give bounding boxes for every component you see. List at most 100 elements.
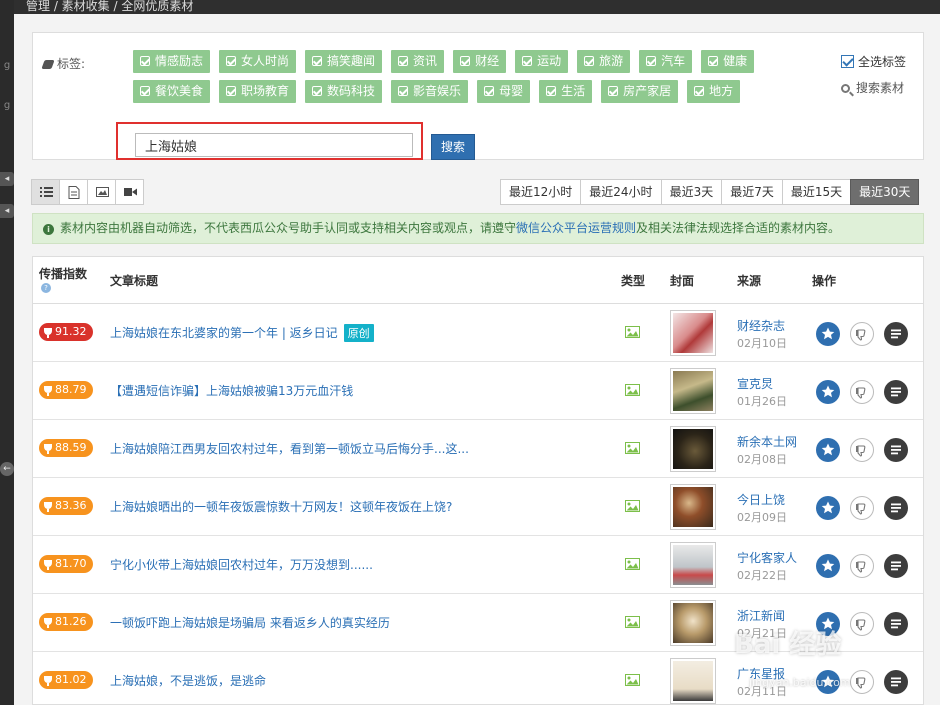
tag-checkbox[interactable]: 旅游 [577, 50, 631, 73]
favorite-button[interactable] [816, 438, 840, 462]
favorite-button[interactable] [816, 380, 840, 404]
table-row[interactable]: 83.36 上海姑娘晒出的一顿年夜饭震惊数十万网友！这顿年夜饭在上饶? 今日上饶 02… [33, 478, 923, 536]
time-range-button[interactable]: 最近30天 [850, 179, 920, 205]
cover-thumbnail[interactable] [670, 542, 716, 588]
tag-label: 生活 [561, 84, 586, 98]
source-link[interactable]: 宁化客家人 [737, 549, 797, 566]
favorite-button[interactable] [816, 496, 840, 520]
cover-thumbnail[interactable] [670, 600, 716, 646]
tag-checkbox[interactable]: 汽车 [639, 50, 693, 73]
table-row[interactable]: 91.32 上海姑娘在东北婆家的第一个年 | 返乡日记 原创 财经杂志 02月10日 [33, 304, 923, 362]
rail-glyph: g [3, 60, 11, 71]
header-spread-index[interactable]: 传播指数 [39, 265, 87, 282]
detail-list-button[interactable] [884, 670, 908, 694]
video-view-button[interactable] [115, 179, 144, 205]
article-title-link[interactable]: 上海姑娘，不是逃饭，是逃命 [110, 672, 266, 689]
detail-list-button[interactable] [884, 496, 908, 520]
checkbox-checked-icon [584, 56, 595, 66]
search-material-link[interactable]: 搜索素材 [841, 79, 904, 96]
time-range-button[interactable]: 最近15天 [781, 179, 852, 205]
cover-thumbnail[interactable] [670, 310, 716, 356]
checkbox-checked-icon [708, 56, 719, 66]
image-type-icon [625, 674, 640, 686]
table-row[interactable]: 88.59 上海姑娘陪江西男友回农村过年，看到第一顿饭立马后悔分手...这... 新… [33, 420, 923, 478]
spread-index-value: 81.02 [55, 673, 87, 686]
dislike-button[interactable] [850, 496, 874, 520]
cover-thumbnail[interactable] [670, 368, 716, 414]
source-date: 02月22日 [737, 569, 787, 582]
video-icon [124, 188, 137, 196]
help-icon[interactable]: ? [41, 283, 51, 293]
tag-checkbox[interactable]: 母婴 [477, 80, 531, 103]
dislike-button[interactable] [850, 612, 874, 636]
dislike-button[interactable] [850, 438, 874, 462]
tag-checkbox[interactable]: 情感励志 [133, 50, 211, 73]
search-input[interactable] [135, 133, 413, 157]
article-title: 上海姑娘，不是逃饭，是逃命 [110, 674, 267, 688]
source-link[interactable]: 今日上饶 [737, 491, 785, 508]
tag-checkbox[interactable]: 搞笑趣闻 [305, 50, 383, 73]
source-link[interactable]: 宣克炅 [737, 375, 773, 392]
table-row[interactable]: 88.79 【遭遇短信诈骗】上海姑娘被骗13万元血汗钱 宣克炅 01月26日 [33, 362, 923, 420]
article-title-link[interactable]: 一顿饭吓跑上海姑娘是场骗局 来看返乡人的真实经历 [110, 614, 390, 631]
rail-expand-icon[interactable]: ◂ [0, 172, 14, 186]
detail-list-button[interactable] [884, 380, 908, 404]
time-range-button[interactable]: 最近7天 [721, 179, 783, 205]
rail-back-icon[interactable]: ← [0, 462, 14, 476]
detail-list-button[interactable] [884, 612, 908, 636]
list-view-button[interactable] [31, 179, 60, 205]
source-date: 02月10日 [737, 337, 787, 350]
article-title-link[interactable]: 上海姑娘晒出的一顿年夜饭震惊数十万网友！这顿年夜饭在上饶? [110, 498, 452, 515]
tag-checkbox[interactable]: 运动 [515, 50, 569, 73]
tag-checkbox[interactable]: 资讯 [391, 50, 445, 73]
tag-checkbox[interactable]: 房产家居 [601, 80, 679, 103]
time-range-button[interactable]: 最近12小时 [500, 179, 582, 205]
cover-thumbnail[interactable] [670, 426, 716, 472]
source-link[interactable]: 浙江新闻 [737, 607, 785, 624]
image-view-button[interactable] [87, 179, 116, 205]
rules-link[interactable]: 微信公众平台运营规则 [516, 221, 636, 235]
article-title-link[interactable]: 上海姑娘陪江西男友回农村过年，看到第一顿饭立马后悔分手...这... [110, 440, 469, 457]
dislike-button[interactable] [850, 380, 874, 404]
list-lines-icon [891, 503, 901, 513]
dislike-button[interactable] [850, 322, 874, 346]
article-title-link[interactable]: 宁化小伙带上海姑娘回农村过年，万万没想到...... [110, 556, 373, 573]
source-date: 02月09日 [737, 511, 787, 524]
document-view-button[interactable] [59, 179, 88, 205]
tag-checkbox[interactable]: 财经 [453, 50, 507, 73]
tag-label: 影音娱乐 [413, 84, 462, 98]
detail-list-button[interactable] [884, 438, 908, 462]
cover-thumbnail[interactable] [670, 658, 716, 704]
article-title-link[interactable]: 【遭遇短信诈骗】上海姑娘被骗13万元血汗钱 [110, 382, 353, 399]
trophy-icon [44, 560, 52, 570]
rail-collapse-icon[interactable]: ◂ [0, 204, 14, 218]
source-link[interactable]: 财经杂志 [737, 317, 785, 334]
dislike-button[interactable] [850, 554, 874, 578]
source-link[interactable]: 新余本土网 [737, 433, 797, 450]
image-type-icon [625, 442, 640, 454]
tag-checkbox[interactable]: 女人时尚 [219, 50, 297, 73]
tag-checkbox[interactable]: 职场教育 [219, 80, 297, 103]
time-range-button[interactable]: 最近3天 [660, 179, 723, 205]
info-icon: i [43, 224, 54, 235]
select-all-tags-checkbox[interactable]: 全选标签 [841, 53, 906, 70]
search-button[interactable]: 搜索 [431, 134, 475, 160]
tag-checkbox[interactable]: 生活 [539, 80, 593, 103]
detail-list-button[interactable] [884, 554, 908, 578]
article-title-link[interactable]: 上海姑娘在东北婆家的第一个年 | 返乡日记 原创 [110, 324, 374, 342]
tag-checkbox[interactable]: 地方 [687, 80, 741, 103]
spread-index-badge: 81.70 [39, 555, 93, 573]
tag-checkbox[interactable]: 健康 [701, 50, 755, 73]
table-row[interactable]: 81.70 宁化小伙带上海姑娘回农村过年，万万没想到...... 宁化客家人 02月2… [33, 536, 923, 594]
tag-checkbox[interactable]: 影音娱乐 [391, 80, 469, 103]
time-range-button[interactable]: 最近24小时 [580, 179, 662, 205]
detail-list-button[interactable] [884, 322, 908, 346]
tag-checkbox[interactable]: 数码科技 [305, 80, 383, 103]
checkbox-checked-icon [546, 86, 557, 96]
cover-thumbnail[interactable] [670, 484, 716, 530]
tag-label: 搞笑趣闻 [327, 54, 376, 68]
favorite-button[interactable] [816, 322, 840, 346]
dislike-button[interactable] [850, 670, 874, 694]
tag-checkbox[interactable]: 餐饮美食 [133, 80, 211, 103]
favorite-button[interactable] [816, 554, 840, 578]
